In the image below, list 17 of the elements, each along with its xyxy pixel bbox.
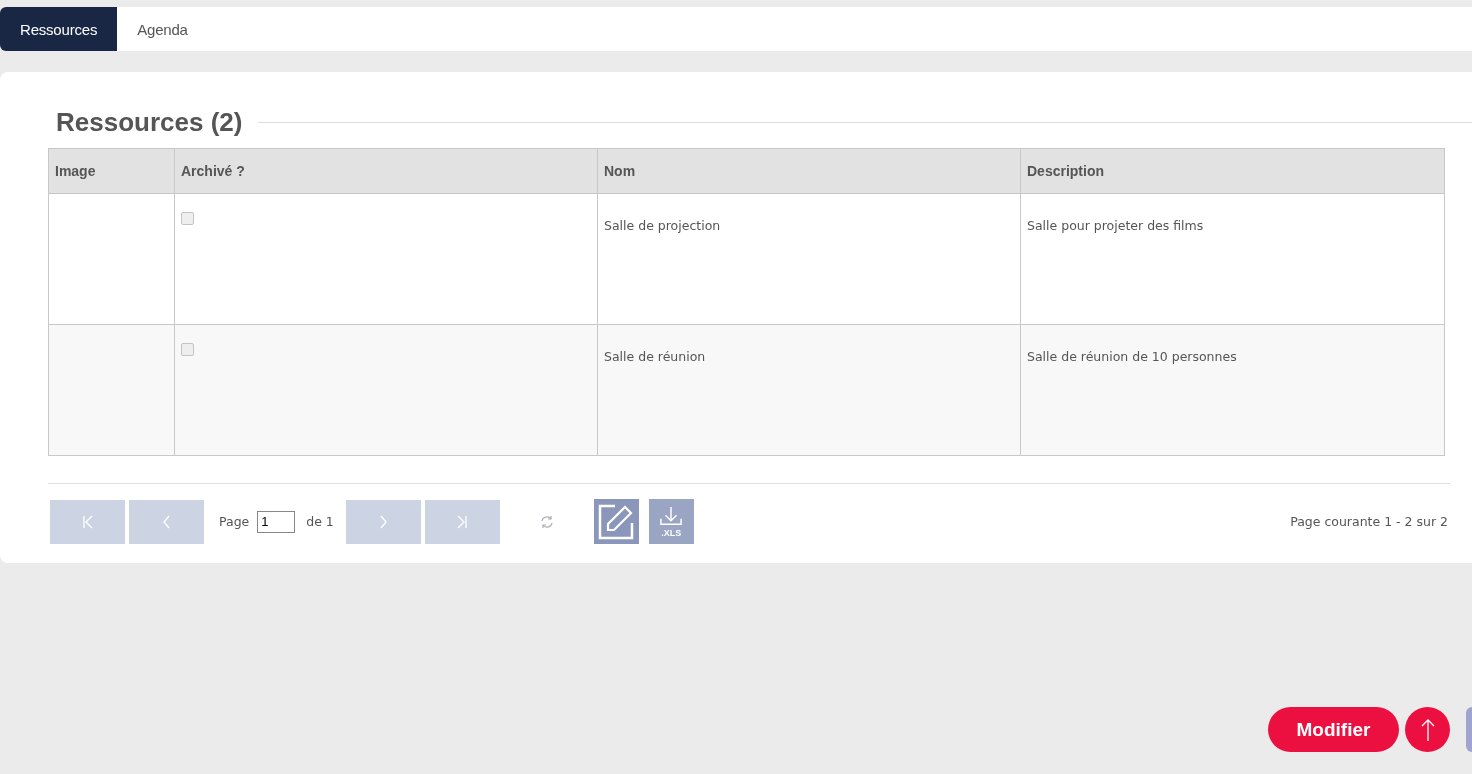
page-count: de 1	[306, 514, 334, 529]
column-header[interactable]: Description	[1020, 148, 1445, 194]
export-format-label: .XLS	[661, 528, 682, 538]
table-cell: Salle de projection	[597, 193, 1021, 325]
table-cell: Salle de réunion	[597, 324, 1021, 456]
modify-button[interactable]: Modifier	[1268, 707, 1399, 752]
table-cell: Salle pour projeter des films	[1020, 193, 1445, 325]
column-header[interactable]: Archivé ?	[174, 148, 598, 194]
page-label: Page	[219, 514, 250, 529]
column-header[interactable]: Image	[48, 148, 175, 194]
page-summary: Page courante 1 - 2 sur 2	[1290, 514, 1448, 529]
page-input[interactable]: 1	[257, 510, 296, 533]
tab[interactable]: Agenda	[117, 7, 208, 51]
table-cell: Salle de réunion de 10 personnes	[1020, 324, 1445, 456]
section-title: Ressources (2)	[56, 106, 243, 138]
tab[interactable]: Ressources	[0, 7, 118, 51]
column-header[interactable]: Nom	[597, 148, 1021, 194]
